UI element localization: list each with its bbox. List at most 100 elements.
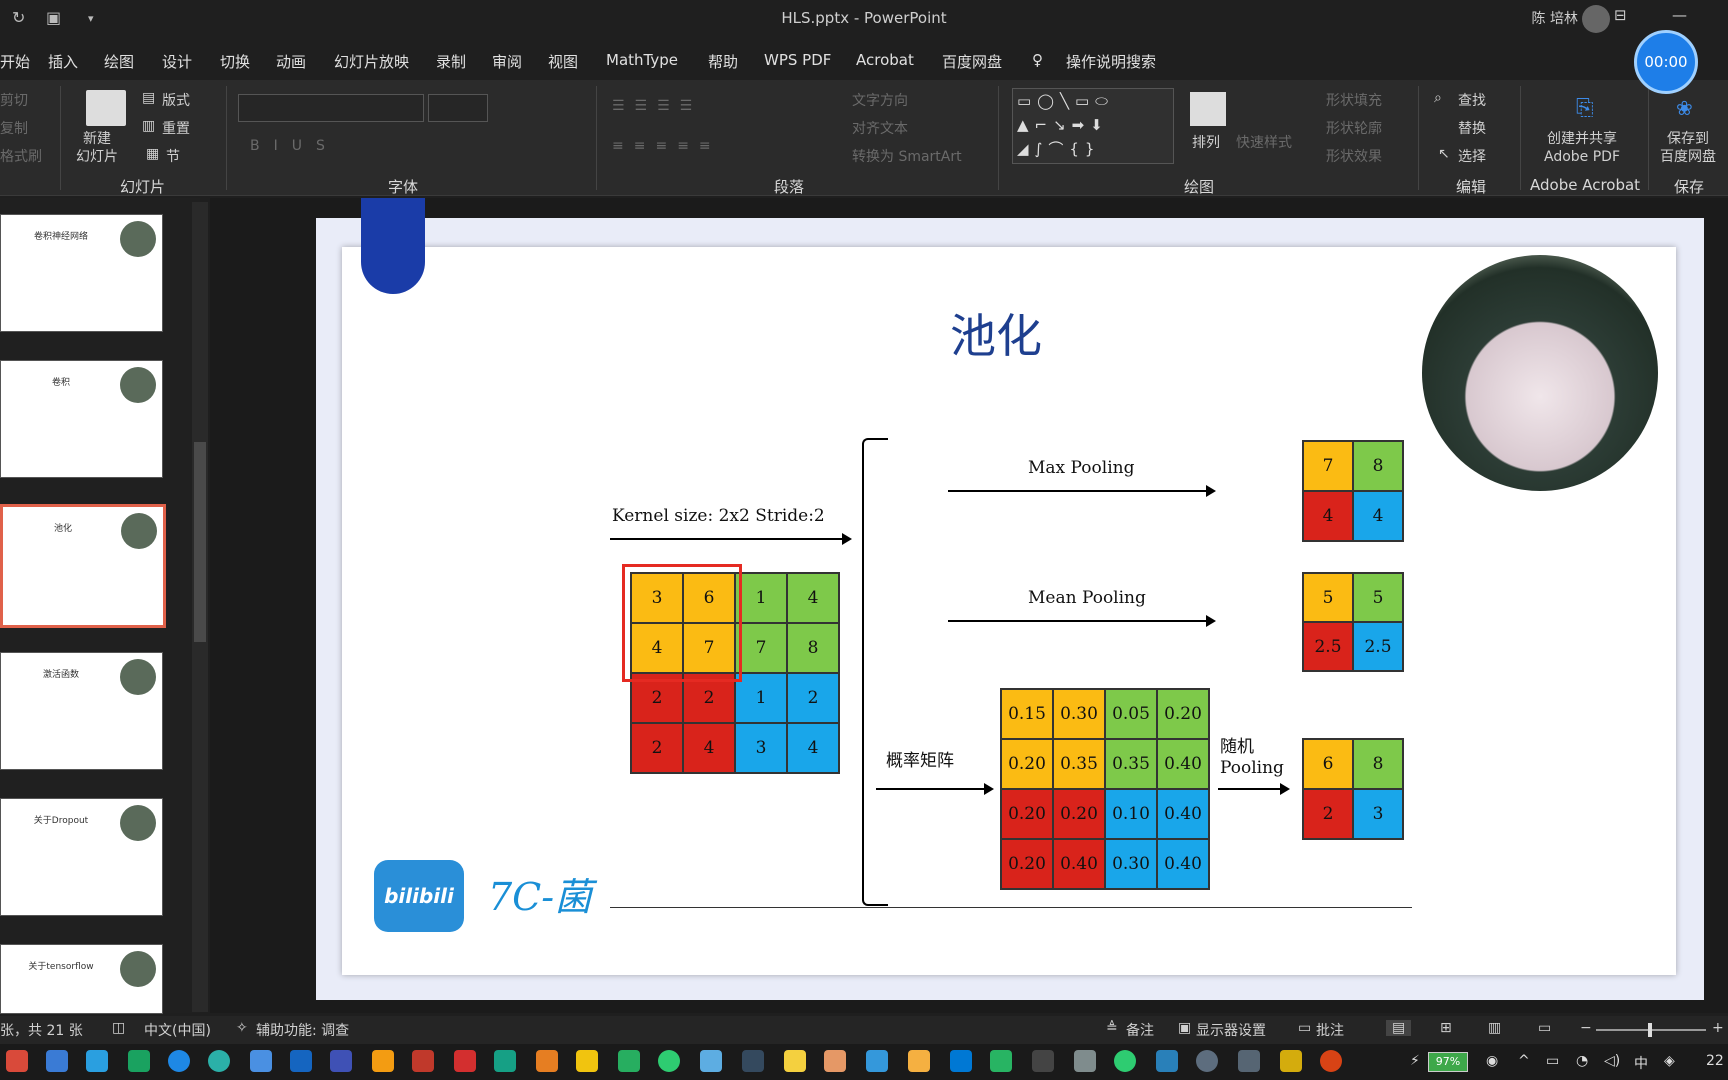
tab-help[interactable]: 帮助 xyxy=(708,51,738,72)
quick-styles-button[interactable]: 快速样式 xyxy=(1236,132,1292,152)
app-icon[interactable] xyxy=(576,1050,598,1072)
slide-sorter-icon[interactable]: ⊞ xyxy=(1440,1020,1452,1036)
zoom-slider-thumb[interactable] xyxy=(1648,1023,1652,1037)
list-buttons[interactable]: ☰☰☰☰ xyxy=(612,98,702,114)
smartart-button[interactable]: 转换为 SmartArt xyxy=(852,146,962,166)
zoom-out-icon[interactable]: − xyxy=(1580,1020,1592,1036)
zoom-in-icon[interactable]: + xyxy=(1712,1020,1724,1036)
section-button[interactable]: 节 xyxy=(166,146,180,166)
display-settings-button[interactable]: 显示器设置 xyxy=(1196,1020,1266,1040)
app-icon[interactable] xyxy=(618,1050,640,1072)
tab-transitions[interactable]: 切换 xyxy=(220,51,250,72)
app-icon[interactable] xyxy=(330,1050,352,1072)
slide-thumbnail-selected[interactable]: 池化 xyxy=(0,504,166,628)
mic-icon[interactable]: ◉ xyxy=(1486,1053,1498,1069)
app-icon[interactable] xyxy=(128,1050,150,1072)
wifi-icon[interactable]: ◔ xyxy=(1576,1053,1588,1069)
acrobat-icon[interactable] xyxy=(454,1050,476,1072)
ribbon-display-icon[interactable]: ⊟ xyxy=(1614,6,1627,24)
align-text-button[interactable]: 对齐文本 xyxy=(852,118,908,138)
app-icon[interactable] xyxy=(1280,1050,1302,1072)
notes-button[interactable]: 备注 xyxy=(1126,1020,1154,1040)
tab-insert[interactable]: 插入 xyxy=(48,51,78,72)
replace-button[interactable]: 替换 xyxy=(1458,118,1486,138)
app-icon[interactable] xyxy=(412,1050,434,1072)
app-icon[interactable] xyxy=(824,1050,846,1072)
tab-home[interactable]: 开始 xyxy=(0,51,30,72)
terminal-icon[interactable] xyxy=(1032,1050,1054,1072)
power-icon[interactable]: ⚡ xyxy=(1410,1053,1420,1069)
tab-draw[interactable]: 绘图 xyxy=(104,51,134,72)
tab-record[interactable]: 录制 xyxy=(436,51,466,72)
normal-view-icon[interactable]: ▤ xyxy=(1386,1020,1412,1036)
slide-thumbnail[interactable]: 激活函数 xyxy=(0,652,163,770)
app-icon[interactable] xyxy=(1196,1050,1218,1072)
copy-button[interactable]: 复制 xyxy=(0,118,28,138)
tab-review[interactable]: 审阅 xyxy=(492,51,522,72)
tab-mathtype[interactable]: MathType xyxy=(606,51,678,69)
app-icon[interactable] xyxy=(290,1050,312,1072)
app-icon[interactable] xyxy=(700,1050,722,1072)
baidu-icon[interactable] xyxy=(250,1050,272,1072)
notes-page-icon[interactable]: ◫ xyxy=(112,1020,125,1036)
app-icon[interactable] xyxy=(1074,1050,1096,1072)
slide-thumbnail[interactable]: 卷积 xyxy=(0,360,163,478)
app-icon[interactable]: ◈ xyxy=(1664,1053,1675,1069)
slide-thumbnail[interactable]: 关于Dropout xyxy=(0,798,163,916)
slide-title[interactable]: 池化 xyxy=(950,300,1042,366)
slide-thumbnail[interactable]: 关于tensorflow xyxy=(0,944,163,1014)
save-baidu-button[interactable]: 保存到 百度网盘 xyxy=(1660,130,1716,166)
battery-indicator[interactable]: 97% xyxy=(1428,1052,1468,1072)
edge-icon[interactable] xyxy=(168,1050,190,1072)
font-size-input[interactable] xyxy=(428,94,488,122)
tab-design[interactable]: 设计 xyxy=(162,51,192,72)
arrange-button[interactable]: 排列 xyxy=(1192,132,1220,152)
font-format-buttons[interactable]: BIUS xyxy=(250,138,339,154)
mathtype-icon[interactable] xyxy=(742,1050,764,1072)
thumbnail-scrollbar[interactable] xyxy=(192,202,208,1012)
tab-animations[interactable]: 动画 xyxy=(276,51,306,72)
tab-wps-pdf[interactable]: WPS PDF xyxy=(764,51,831,69)
app-icon[interactable] xyxy=(990,1050,1012,1072)
comments-button[interactable]: 批注 xyxy=(1316,1020,1344,1040)
tab-view[interactable]: 视图 xyxy=(548,51,578,72)
create-pdf-button[interactable]: 创建并共享 Adobe PDF xyxy=(1544,130,1620,166)
reset-button[interactable]: 重置 xyxy=(162,118,190,138)
tab-acrobat[interactable]: Acrobat xyxy=(856,51,914,69)
app-icon[interactable] xyxy=(658,1050,680,1072)
app-icon[interactable] xyxy=(1238,1050,1260,1072)
user-name[interactable]: 陈 培林 xyxy=(1532,8,1578,28)
slide-count[interactable]: 张，共 21 张 xyxy=(0,1020,83,1040)
app-icon[interactable] xyxy=(46,1050,68,1072)
format-painter-button[interactable]: 格式刷 xyxy=(0,146,42,166)
user-avatar[interactable] xyxy=(1582,5,1610,33)
app-icon[interactable] xyxy=(908,1050,930,1072)
shapes-gallery[interactable]: ▭◯╲▭⬭ ▲⌐↘➡⬇ ◢∫⌒{} xyxy=(1012,88,1174,164)
find-button[interactable]: 查找 xyxy=(1458,90,1486,110)
select-button[interactable]: 选择 xyxy=(1458,146,1486,166)
caj-icon[interactable] xyxy=(536,1050,558,1072)
volume-icon[interactable]: ◁) xyxy=(1604,1053,1620,1069)
recording-timer[interactable]: 00:00 xyxy=(1634,30,1698,94)
text-direction-button[interactable]: 文字方向 xyxy=(852,90,908,110)
clock[interactable]: 22 xyxy=(1706,1053,1724,1069)
battery-icon[interactable]: ▭ xyxy=(1546,1053,1559,1069)
arrange-icon[interactable] xyxy=(1190,92,1226,126)
slide-thumbnail[interactable]: 卷积神经网络 xyxy=(0,214,163,332)
powerpoint-icon[interactable] xyxy=(1320,1050,1342,1072)
language-status[interactable]: 中文(中国) xyxy=(144,1020,211,1040)
slideshow-icon[interactable]: ▭ xyxy=(1538,1020,1551,1036)
app-icon[interactable] xyxy=(866,1050,888,1072)
shape-fill-button[interactable]: 形状填充 xyxy=(1326,90,1382,110)
app-icon[interactable] xyxy=(1156,1050,1178,1072)
app-icon[interactable] xyxy=(494,1050,516,1072)
tab-baidu[interactable]: 百度网盘 xyxy=(942,51,1002,72)
ime-indicator[interactable]: 中 xyxy=(1634,1053,1648,1073)
search-icon[interactable] xyxy=(372,1050,394,1072)
edge-dev-icon[interactable] xyxy=(208,1050,230,1072)
shape-outline-button[interactable]: 形状轮廓 xyxy=(1326,118,1382,138)
scrollbar-thumb[interactable] xyxy=(194,442,206,642)
align-buttons[interactable]: ≡≡≡≡≡ xyxy=(612,138,721,154)
accessibility-status[interactable]: 辅助功能: 调查 xyxy=(256,1020,349,1040)
minimize-icon[interactable]: — xyxy=(1672,6,1687,24)
